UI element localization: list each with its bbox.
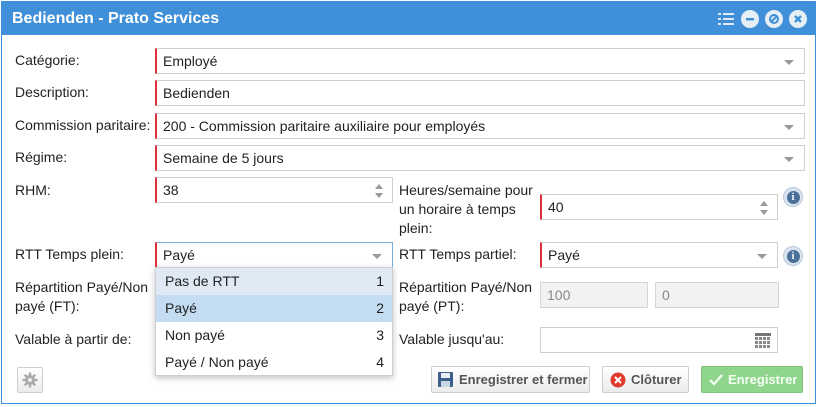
option-number: 3 bbox=[376, 327, 384, 343]
repartition-pt-nonpaye-input[interactable]: 0 bbox=[655, 282, 779, 308]
checkmark-icon bbox=[709, 374, 723, 386]
dropdown-option[interactable]: Non payé 3 bbox=[156, 322, 392, 349]
regime-select[interactable]: Semaine de 5 jours bbox=[155, 145, 805, 171]
chevron-down-icon bbox=[372, 254, 382, 259]
save-button[interactable]: Enregistrer bbox=[701, 366, 803, 393]
rhm-value: 38 bbox=[163, 182, 179, 198]
save-label: Enregistrer bbox=[728, 372, 798, 387]
heures-label-3: plein: bbox=[399, 220, 433, 236]
floppy-disk-icon bbox=[438, 372, 453, 387]
option-number: 1 bbox=[376, 273, 384, 289]
spinner-icon[interactable] bbox=[374, 182, 384, 200]
commission-select[interactable]: 200 - Commission paritaire auxiliaire po… bbox=[155, 113, 805, 139]
repartition-pt-label-2: payé (PT): bbox=[399, 298, 465, 314]
heures-input[interactable]: 40 bbox=[540, 194, 778, 220]
info-icon[interactable]: i bbox=[783, 246, 803, 266]
info-icon[interactable]: i bbox=[783, 187, 803, 207]
repartition-ft-label-1: Répartition Payé/Non bbox=[15, 279, 149, 295]
option-number: 4 bbox=[376, 354, 384, 370]
cancel-icon bbox=[610, 372, 626, 388]
rtt-partiel-value: Payé bbox=[548, 247, 580, 263]
categorie-select[interactable]: Employé bbox=[155, 48, 805, 74]
rhm-input[interactable]: 38 bbox=[155, 177, 393, 203]
dialog-window: Bedienden - Prato Services Catégorie: Em… bbox=[1, 1, 816, 404]
layout-icon[interactable] bbox=[717, 10, 735, 28]
description-input[interactable]: Bedienden bbox=[155, 80, 805, 106]
option-number: 2 bbox=[376, 300, 384, 316]
heures-label-2: un horaire à temps bbox=[399, 201, 516, 217]
repartition-pt-paye-input[interactable]: 100 bbox=[540, 282, 648, 308]
title-bar[interactable]: Bedienden - Prato Services bbox=[2, 2, 815, 35]
dropdown-option[interactable]: Payé / Non payé 4 bbox=[156, 349, 392, 376]
calendar-icon[interactable] bbox=[755, 333, 771, 348]
categorie-label: Catégorie: bbox=[15, 52, 80, 68]
chevron-down-icon bbox=[784, 125, 794, 130]
chevron-down-icon bbox=[784, 157, 794, 162]
save-and-close-label: Enregistrer et fermer bbox=[459, 372, 588, 387]
commission-value: 200 - Commission paritaire auxiliaire po… bbox=[163, 118, 486, 134]
heures-label-1: Heures/semaine pour bbox=[399, 182, 533, 198]
repartition-pt-label-1: Répartition Payé/Non bbox=[399, 279, 533, 295]
rtt-plein-select[interactable]: Payé bbox=[155, 242, 393, 268]
option-label: Pas de RTT bbox=[165, 273, 240, 289]
rtt-partiel-label: RTT Temps partiel: bbox=[399, 246, 517, 262]
categorie-value: Employé bbox=[163, 53, 218, 69]
rtt-partiel-select[interactable]: Payé bbox=[540, 242, 778, 268]
repartition-pt-value-1: 100 bbox=[547, 287, 571, 303]
description-label: Description: bbox=[15, 84, 89, 100]
option-label: Payé / Non payé bbox=[165, 354, 269, 370]
rhm-label: RHM: bbox=[15, 182, 51, 198]
dropdown-option[interactable]: Pas de RTT 1 bbox=[156, 268, 392, 295]
repartition-pt-value-2: 0 bbox=[662, 287, 670, 303]
chevron-down-icon bbox=[757, 254, 767, 259]
restrict-icon[interactable] bbox=[765, 10, 783, 28]
save-and-close-button[interactable]: Enregistrer et fermer bbox=[431, 366, 590, 393]
rtt-plein-dropdown-list: Pas de RTT 1 Payé 2 Non payé 3 Payé / No… bbox=[155, 267, 393, 376]
valable-jusqu-label: Valable jusqu'au: bbox=[399, 331, 505, 347]
rtt-plein-label: RTT Temps plein: bbox=[15, 246, 124, 262]
dropdown-option-selected[interactable]: Payé 2 bbox=[156, 295, 392, 322]
regime-value: Semaine de 5 jours bbox=[163, 150, 284, 166]
heures-value: 40 bbox=[548, 199, 564, 215]
commission-label: Commission paritaire: bbox=[15, 117, 151, 133]
repartition-ft-label-2: payé (FT): bbox=[15, 298, 80, 314]
description-value: Bedienden bbox=[163, 85, 230, 101]
window-title: Bedienden - Prato Services bbox=[12, 10, 220, 27]
close-form-label: Clôturer bbox=[631, 372, 682, 387]
close-form-button[interactable]: Clôturer bbox=[602, 366, 689, 393]
regime-label: Régime: bbox=[15, 149, 68, 165]
rtt-plein-value: Payé bbox=[163, 247, 195, 263]
chevron-down-icon bbox=[784, 60, 794, 65]
spinner-icon[interactable] bbox=[759, 199, 769, 217]
minimize-icon[interactable] bbox=[741, 10, 759, 28]
option-label: Payé bbox=[165, 300, 197, 316]
valable-partir-label: Valable à partir de: bbox=[15, 331, 132, 347]
option-label: Non payé bbox=[165, 327, 225, 343]
close-icon[interactable] bbox=[789, 10, 807, 28]
valable-jusqu-date-input[interactable] bbox=[540, 327, 778, 353]
gear-icon bbox=[22, 372, 38, 388]
settings-button[interactable] bbox=[17, 367, 43, 393]
